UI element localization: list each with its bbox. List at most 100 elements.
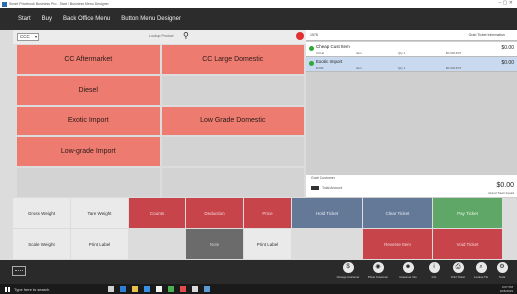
search-icon: ⌕ — [475, 262, 487, 273]
action-dock: $ Change Customer ◉ Photo Customer ☻ Cus… — [0, 260, 517, 284]
line-code: EXIM — [316, 66, 324, 70]
menu-back-office[interactable]: Back Office Menu — [63, 16, 110, 22]
line-qty: Qty 1 — [398, 51, 406, 55]
store-icon[interactable] — [144, 286, 150, 292]
ticket-line[interactable]: Cheap Cust Item CCLE Item Qty 1 $0.00/UN… — [306, 42, 517, 57]
hold-ticket-button[interactable]: Hold Ticket — [292, 198, 363, 229]
line-unit-price: $0.00/UNIT — [446, 66, 462, 70]
empty-function-slot — [129, 229, 186, 260]
dock-item[interactable]: ⚙ Tools — [487, 262, 517, 284]
chevron-down-icon: ▾ — [34, 34, 37, 39]
note-button[interactable]: Note — [186, 229, 244, 260]
product-button[interactable]: CC Aftermarket — [17, 45, 160, 74]
customer-label[interactable]: Grab Customer — [311, 176, 335, 180]
line-name: Cheap Cust Item — [316, 44, 350, 49]
reverse-item-button[interactable]: Reverse Item — [363, 229, 433, 260]
app-icon-red[interactable] — [180, 286, 186, 292]
chrome-icon[interactable] — [168, 286, 174, 292]
empty-product-slot — [161, 168, 304, 197]
print-icon: ⎙ — [452, 262, 464, 273]
dock-item[interactable]: $ Change Customer — [333, 262, 363, 284]
taskbar-apps — [108, 286, 216, 292]
product-button[interactable]: Low-grade Import — [17, 137, 160, 167]
info-icon: i — [428, 262, 440, 273]
product-toolbar: CCC ▾ Lookup Product ⚲ — [13, 30, 306, 44]
folder-icon[interactable] — [132, 286, 138, 292]
clear-ticket-button[interactable]: Clear Ticket — [363, 198, 433, 229]
pay-ticket-button[interactable]: Pay Ticket — [433, 198, 503, 229]
app-icon-white[interactable] — [192, 286, 198, 292]
search-icon[interactable]: ⚲ — [183, 31, 189, 40]
print-label-button-2[interactable]: Print Label — [244, 229, 292, 260]
tare-weight-button[interactable]: Tare Weight — [71, 198, 129, 229]
camera-icon: ◉ — [372, 262, 384, 273]
counts-button[interactable]: Counts — [129, 198, 186, 229]
product-button[interactable]: Low Grade Domestic — [161, 106, 304, 136]
category-dropdown-value: CCC — [20, 34, 30, 39]
keyboard-icon[interactable] — [12, 266, 26, 276]
total-label: Total Amount — [311, 186, 343, 191]
print-label-button[interactable]: Print Label — [71, 229, 129, 260]
app-window: Smart Pricebook Business Pro - Start / B… — [0, 0, 517, 294]
empty-product-slot — [161, 137, 304, 167]
dock-label: Tools — [498, 275, 506, 279]
line-qty: Qty 1 — [398, 66, 406, 70]
menu-buy[interactable]: Buy — [42, 16, 52, 22]
menu-start[interactable]: Start — [18, 16, 31, 22]
window-title: Smart Pricebook Business Pro - Start / B… — [9, 2, 109, 6]
dock-label: Photo Customer — [367, 275, 389, 279]
line-unit-price: $0.00/UNIT — [446, 51, 462, 55]
dock-item[interactable]: ◉ Photo Customer — [363, 262, 393, 284]
product-button[interactable]: Diesel — [17, 75, 160, 105]
app-icon — [2, 1, 7, 7]
gross-weight-button[interactable]: Gross Weight — [13, 198, 71, 229]
line-code: CCLE — [316, 51, 325, 55]
os-taskbar: Type here to search 4:07 PM 10/5/2019 — [0, 284, 517, 294]
line-price: $0.00 — [501, 60, 514, 66]
task-view-icon[interactable] — [108, 286, 114, 292]
ticket-panel: 1578 Grab Ticket Information Cheap Cust … — [296, 30, 517, 198]
total-label-text: Total Amount — [322, 186, 343, 190]
ticket-line-selected[interactable]: Exotic Import EXIM Item Qty 1 $0.00/UNIT… — [306, 57, 517, 72]
scale-weight-button[interactable]: Scale Weight — [13, 229, 71, 260]
line-status-icon — [309, 61, 314, 66]
taskbar-search[interactable]: Type here to search — [14, 287, 49, 292]
tools-icon: ⚙ — [496, 262, 508, 273]
status-dot-icon — [296, 32, 304, 40]
menu-bar: Start Buy Back Office Menu Button Menu D… — [0, 8, 517, 30]
grand-total-label: Grand Total Unpaid — [488, 191, 514, 195]
window-controls[interactable]: – ▢ ✕ — [499, 0, 513, 6]
ticket-total: $0.00 — [496, 182, 514, 189]
ticket-footer: Grab Customer Total Amount $0.00 Grand T… — [306, 175, 517, 197]
line-name: Exotic Import — [316, 59, 343, 64]
product-grid: CC Aftermarket CC Large Domestic Diesel … — [17, 45, 304, 197]
mail-icon[interactable] — [156, 286, 162, 292]
function-row-2: Scale Weight Print Label Note Print Labe… — [13, 229, 517, 260]
system-tray[interactable]: 4:07 PM 10/5/2019 — [500, 285, 513, 293]
total-label-marker — [311, 186, 319, 191]
deduction-button[interactable]: Deduction — [186, 198, 244, 229]
empty-product-slot — [161, 75, 304, 105]
edge-icon[interactable] — [120, 286, 126, 292]
menu-button-designer[interactable]: Button Menu Designer — [121, 16, 181, 22]
product-button[interactable]: CC Large Domestic — [161, 45, 304, 74]
price-button[interactable]: Price — [244, 198, 292, 229]
customer-icon: ☻ — [402, 262, 414, 273]
line-status-icon — [309, 46, 314, 51]
title-bar: Smart Pricebook Business Pro - Start / B… — [0, 0, 517, 8]
void-ticket-button[interactable]: Void Ticket — [433, 229, 503, 260]
line-type: Item — [356, 51, 362, 55]
line-type: Item — [356, 66, 362, 70]
ticket-info-link[interactable]: Grab Ticket Information — [469, 33, 505, 37]
windows-start-icon[interactable] — [5, 286, 10, 292]
empty-function-slot — [292, 229, 363, 260]
category-dropdown[interactable]: CCC ▾ — [17, 33, 39, 41]
product-button[interactable]: Exotic Import — [17, 106, 160, 136]
payment-icon: $ — [342, 262, 354, 273]
ticket-number: 1578 — [310, 33, 318, 37]
empty-product-slot — [17, 168, 160, 197]
lookup-label: Lookup Product — [149, 34, 174, 38]
dock-label: Change Customer — [336, 275, 360, 279]
app-icon-blue[interactable] — [204, 286, 210, 292]
ticket-header: 1578 Grab Ticket Information — [296, 30, 517, 41]
